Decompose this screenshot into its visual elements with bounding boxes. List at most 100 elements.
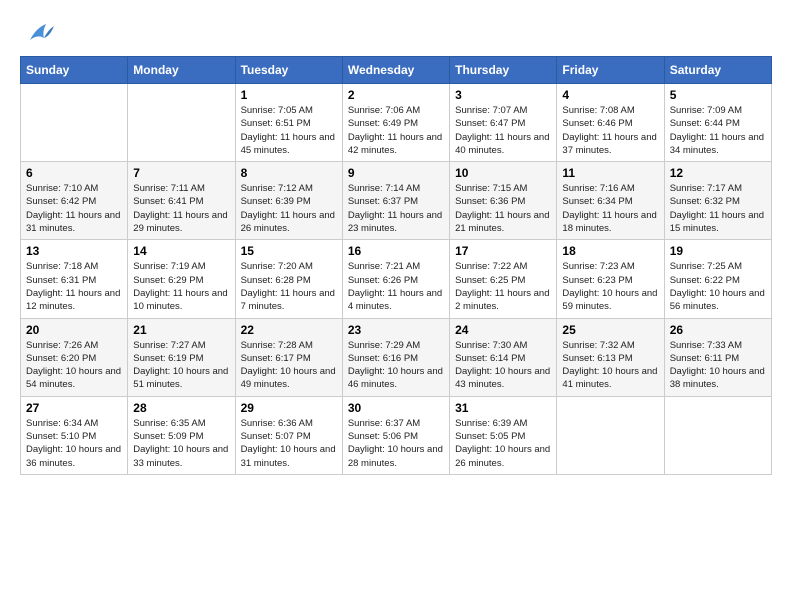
day-info: Sunrise: 7:08 AMSunset: 6:46 PMDaylight:…: [562, 104, 658, 157]
day-info: Sunrise: 7:23 AMSunset: 6:23 PMDaylight:…: [562, 260, 658, 313]
day-info: Sunrise: 7:22 AMSunset: 6:25 PMDaylight:…: [455, 260, 551, 313]
day-info: Sunrise: 6:35 AMSunset: 5:09 PMDaylight:…: [133, 417, 229, 470]
day-info: Sunrise: 7:14 AMSunset: 6:37 PMDaylight:…: [348, 182, 444, 235]
day-info: Sunrise: 7:21 AMSunset: 6:26 PMDaylight:…: [348, 260, 444, 313]
day-number: 16: [348, 244, 444, 258]
day-number: 29: [241, 401, 337, 415]
calendar-cell: 1 Sunrise: 7:05 AMSunset: 6:51 PMDaylight…: [235, 84, 342, 162]
logo-bird-icon: [22, 20, 54, 46]
day-number: 31: [455, 401, 551, 415]
calendar-cell: 29 Sunrise: 6:36 AMSunset: 5:07 PMDayligh…: [235, 396, 342, 474]
day-number: 18: [562, 244, 658, 258]
day-number: 28: [133, 401, 229, 415]
calendar-cell: 7Sunrise: 7:11 AMSunset: 6:41 PMDaylight…: [128, 162, 235, 240]
day-number: 7: [133, 166, 229, 180]
day-number: 26: [670, 323, 766, 337]
day-number: 25: [562, 323, 658, 337]
day-number: 27: [26, 401, 122, 415]
day-number: 2: [348, 88, 444, 102]
header-day: Tuesday: [235, 57, 342, 84]
calendar-cell: 27Sunrise: 6:34 AMSunset: 5:10 PMDayligh…: [21, 396, 128, 474]
day-number: 19: [670, 244, 766, 258]
calendar-cell: 31 Sunrise: 6:39 AMSunset: 5:05 PMDayligh…: [450, 396, 557, 474]
calendar-cell: 30Sunrise: 6:37 AMSunset: 5:06 PMDayligh…: [342, 396, 449, 474]
day-number: 20: [26, 323, 122, 337]
calendar-cell: 4Sunrise: 7:08 AMSunset: 6:46 PMDaylight…: [557, 84, 664, 162]
calendar-cell: 8 Sunrise: 7:12 AMSunset: 6:39 PMDaylight…: [235, 162, 342, 240]
header-day: Monday: [128, 57, 235, 84]
calendar-cell: [557, 396, 664, 474]
logo: [20, 20, 54, 46]
calendar-cell: 24 Sunrise: 7:30 AMSunset: 6:14 PMDayligh…: [450, 318, 557, 396]
day-number: 12: [670, 166, 766, 180]
day-number: 11: [562, 166, 658, 180]
day-number: 9: [348, 166, 444, 180]
day-info: Sunrise: 7:16 AMSunset: 6:34 PMDaylight:…: [562, 182, 658, 235]
calendar-cell: 25 Sunrise: 7:32 AMSunset: 6:13 PMDayligh…: [557, 318, 664, 396]
day-number: 13: [26, 244, 122, 258]
calendar-cell: 10 Sunrise: 7:15 AMSunset: 6:36 PMDayligh…: [450, 162, 557, 240]
calendar-row: 6 Sunrise: 7:10 AMSunset: 6:42 PMDaylight…: [21, 162, 772, 240]
calendar-cell: 2 Sunrise: 7:06 AMSunset: 6:49 PMDaylight…: [342, 84, 449, 162]
calendar-cell: 28 Sunrise: 6:35 AMSunset: 5:09 PMDayligh…: [128, 396, 235, 474]
day-info: Sunrise: 7:10 AMSunset: 6:42 PMDaylight:…: [26, 182, 122, 235]
calendar-cell: 23 Sunrise: 7:29 AMSunset: 6:16 PMDayligh…: [342, 318, 449, 396]
calendar-row: 1 Sunrise: 7:05 AMSunset: 6:51 PMDaylight…: [21, 84, 772, 162]
day-info: Sunrise: 7:05 AMSunset: 6:51 PMDaylight:…: [241, 104, 337, 157]
day-info: Sunrise: 7:32 AMSunset: 6:13 PMDaylight:…: [562, 339, 658, 392]
day-info: Sunrise: 6:36 AMSunset: 5:07 PMDaylight:…: [241, 417, 337, 470]
day-number: 8: [241, 166, 337, 180]
day-number: 5: [670, 88, 766, 102]
day-number: 21: [133, 323, 229, 337]
calendar-table: SundayMondayTuesdayWednesdayThursdayFrid…: [20, 56, 772, 475]
day-info: Sunrise: 7:28 AMSunset: 6:17 PMDaylight:…: [241, 339, 337, 392]
calendar-cell: 16 Sunrise: 7:21 AMSunset: 6:26 PMDayligh…: [342, 240, 449, 318]
day-info: Sunrise: 7:26 AMSunset: 6:20 PMDaylight:…: [26, 339, 122, 392]
day-number: 6: [26, 166, 122, 180]
calendar-cell: 20 Sunrise: 7:26 AMSunset: 6:20 PMDayligh…: [21, 318, 128, 396]
header-day: Thursday: [450, 57, 557, 84]
calendar-cell: 19 Sunrise: 7:25 AMSunset: 6:22 PMDayligh…: [664, 240, 771, 318]
calendar-cell: [128, 84, 235, 162]
calendar-cell: 11 Sunrise: 7:16 AMSunset: 6:34 PMDayligh…: [557, 162, 664, 240]
day-info: Sunrise: 7:29 AMSunset: 6:16 PMDaylight:…: [348, 339, 444, 392]
calendar-row: 27Sunrise: 6:34 AMSunset: 5:10 PMDayligh…: [21, 396, 772, 474]
day-info: Sunrise: 7:30 AMSunset: 6:14 PMDaylight:…: [455, 339, 551, 392]
day-number: 14: [133, 244, 229, 258]
calendar-cell: [664, 396, 771, 474]
day-number: 22: [241, 323, 337, 337]
calendar-cell: 21 Sunrise: 7:27 AMSunset: 6:19 PMDayligh…: [128, 318, 235, 396]
calendar-cell: [21, 84, 128, 162]
header-day: Saturday: [664, 57, 771, 84]
header-day: Wednesday: [342, 57, 449, 84]
day-info: Sunrise: 6:39 AMSunset: 5:05 PMDaylight:…: [455, 417, 551, 470]
day-info: Sunrise: 7:09 AMSunset: 6:44 PMDaylight:…: [670, 104, 766, 157]
header-day: Friday: [557, 57, 664, 84]
calendar-cell: 6 Sunrise: 7:10 AMSunset: 6:42 PMDaylight…: [21, 162, 128, 240]
day-info: Sunrise: 7:33 AMSunset: 6:11 PMDaylight:…: [670, 339, 766, 392]
header-day: Sunday: [21, 57, 128, 84]
day-info: Sunrise: 7:12 AMSunset: 6:39 PMDaylight:…: [241, 182, 337, 235]
calendar-row: 13Sunrise: 7:18 AMSunset: 6:31 PMDayligh…: [21, 240, 772, 318]
day-number: 10: [455, 166, 551, 180]
day-number: 24: [455, 323, 551, 337]
calendar-cell: 13Sunrise: 7:18 AMSunset: 6:31 PMDayligh…: [21, 240, 128, 318]
day-info: Sunrise: 7:25 AMSunset: 6:22 PMDaylight:…: [670, 260, 766, 313]
page-header: [20, 20, 772, 46]
day-info: Sunrise: 7:19 AMSunset: 6:29 PMDaylight:…: [133, 260, 229, 313]
day-info: Sunrise: 7:15 AMSunset: 6:36 PMDaylight:…: [455, 182, 551, 235]
day-number: 3: [455, 88, 551, 102]
day-info: Sunrise: 7:06 AMSunset: 6:49 PMDaylight:…: [348, 104, 444, 157]
day-info: Sunrise: 7:20 AMSunset: 6:28 PMDaylight:…: [241, 260, 337, 313]
day-info: Sunrise: 7:27 AMSunset: 6:19 PMDaylight:…: [133, 339, 229, 392]
calendar-cell: 15Sunrise: 7:20 AMSunset: 6:28 PMDayligh…: [235, 240, 342, 318]
day-info: Sunrise: 7:07 AMSunset: 6:47 PMDaylight:…: [455, 104, 551, 157]
calendar-cell: 9 Sunrise: 7:14 AMSunset: 6:37 PMDaylight…: [342, 162, 449, 240]
day-number: 23: [348, 323, 444, 337]
calendar-cell: 14 Sunrise: 7:19 AMSunset: 6:29 PMDayligh…: [128, 240, 235, 318]
calendar-cell: 17Sunrise: 7:22 AMSunset: 6:25 PMDayligh…: [450, 240, 557, 318]
day-info: Sunrise: 7:17 AMSunset: 6:32 PMDaylight:…: [670, 182, 766, 235]
day-number: 1: [241, 88, 337, 102]
calendar-row: 20 Sunrise: 7:26 AMSunset: 6:20 PMDayligh…: [21, 318, 772, 396]
calendar-cell: 5 Sunrise: 7:09 AMSunset: 6:44 PMDaylight…: [664, 84, 771, 162]
